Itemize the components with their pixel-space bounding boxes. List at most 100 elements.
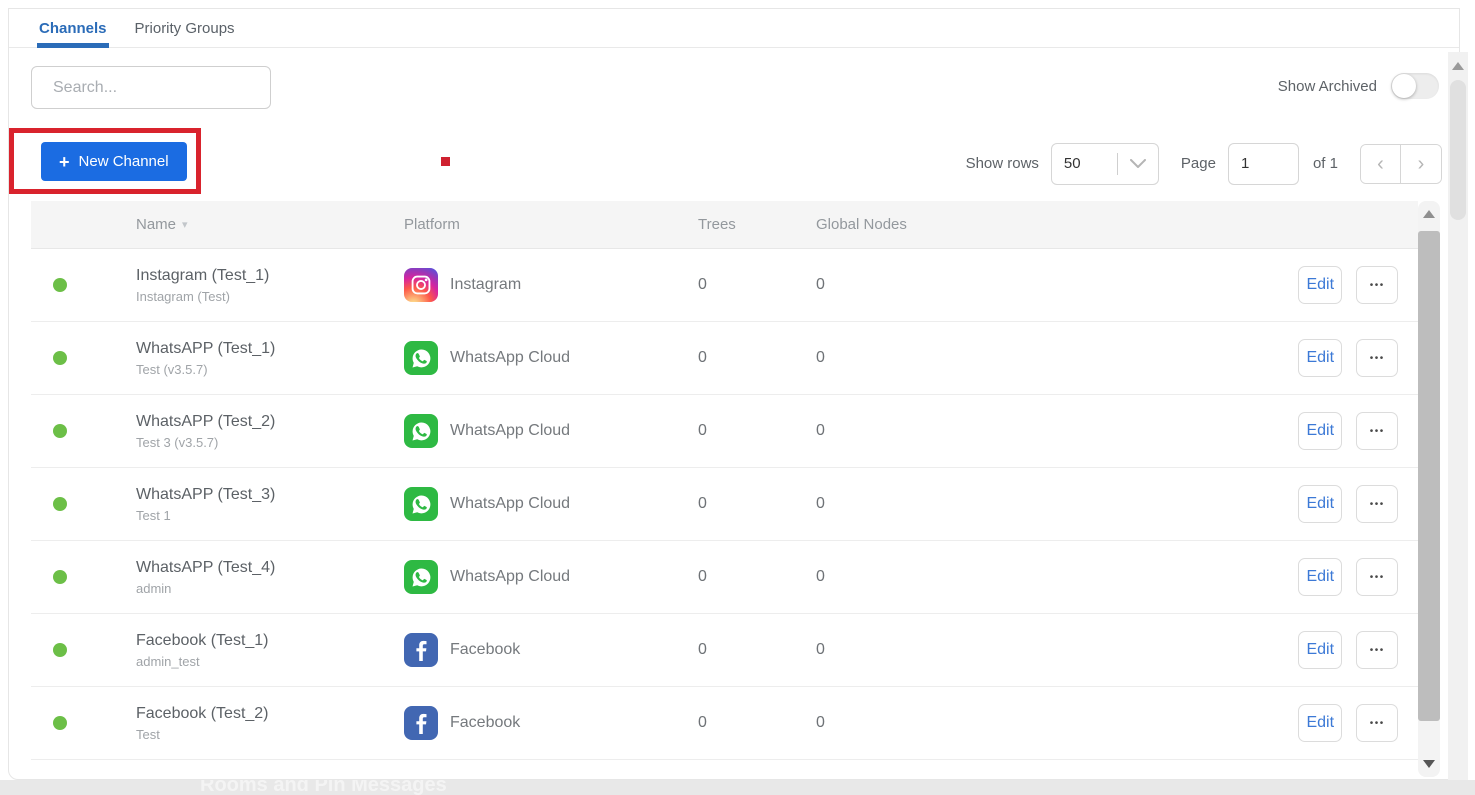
next-page-button[interactable]: › — [1401, 144, 1441, 183]
instagram-icon — [404, 268, 438, 302]
page-scroll-up-icon[interactable] — [1452, 62, 1464, 70]
pagination-bar: Show rows 50 Page of 1 ‹ › — [966, 142, 1442, 185]
show-archived-toggle[interactable] — [1391, 73, 1439, 99]
page: Channels Priority Groups Show Archived +… — [0, 0, 1475, 795]
page-of-label: of 1 — [1312, 155, 1338, 172]
table-row: WhatsAPP (Test_2) Test 3 (v3.5.7) WhatsApp… — [31, 395, 1418, 468]
plus-icon: + — [59, 151, 70, 172]
tab-priority-groups[interactable]: Priority Groups — [133, 9, 237, 47]
channel-subtitle: Test 1 — [136, 507, 171, 523]
trees-count: 0 — [698, 349, 707, 366]
channel-subtitle: Instagram (Test) — [136, 288, 230, 304]
more-actions-button[interactable]: ••• — [1356, 339, 1398, 377]
more-actions-button[interactable]: ••• — [1356, 558, 1398, 596]
new-channel-label: New Channel — [78, 153, 169, 170]
status-dot — [53, 497, 67, 511]
table-scrollbar[interactable] — [1418, 201, 1440, 777]
search-input[interactable] — [53, 78, 260, 97]
trees-count: 0 — [698, 495, 707, 512]
select-divider — [1116, 152, 1118, 175]
global-nodes-count: 0 — [816, 276, 825, 293]
sort-down-icon: ▾ — [182, 219, 188, 231]
facebook-icon — [404, 633, 438, 667]
table-row: Instagram (Test_2) — [31, 760, 1418, 779]
more-actions-button[interactable]: ••• — [1356, 704, 1398, 742]
table-header: Name ▾ Platform Trees Global Nodes — [31, 201, 1418, 249]
channel-subtitle: admin — [136, 580, 172, 596]
status-dot — [53, 716, 67, 730]
platform-label: WhatsApp Cloud — [450, 568, 571, 585]
page-scrollbar[interactable] — [1448, 52, 1468, 790]
channels-panel: Channels Priority Groups Show Archived +… — [8, 8, 1460, 780]
more-actions-button[interactable]: ••• — [1356, 412, 1398, 450]
status-dot — [53, 570, 67, 584]
platform-label: Facebook — [450, 714, 521, 731]
trees-count: 0 — [698, 641, 707, 658]
facebook-icon — [404, 706, 438, 740]
background-page-text: Rooms and Pin Messages — [200, 780, 447, 795]
platform-label: WhatsApp Cloud — [450, 422, 571, 439]
edit-button[interactable]: Edit — [1298, 339, 1343, 377]
global-nodes-count: 0 — [816, 568, 825, 585]
status-dot — [53, 424, 67, 438]
channel-name: WhatsAPP (Test_2) — [136, 412, 276, 430]
chevron-down-icon — [1129, 158, 1146, 168]
edit-button[interactable]: Edit — [1298, 631, 1343, 669]
search-box[interactable] — [31, 66, 271, 109]
table-row: WhatsAPP (Test_3) Test 1 WhatsApp Cloud 0 0 E… — [31, 468, 1418, 541]
show-archived-label: Show Archived — [1277, 77, 1377, 95]
page-scrollbar-thumb[interactable] — [1450, 80, 1466, 220]
table-scrollbar-thumb[interactable] — [1418, 231, 1440, 721]
global-nodes-count: 0 — [816, 641, 825, 658]
trees-count: 0 — [698, 568, 707, 585]
status-dot — [53, 351, 67, 365]
table-row: Facebook (Test_2) Test Facebook 0 0 Edit ••• — [31, 687, 1418, 760]
page-number-input[interactable] — [1227, 142, 1299, 185]
whatsapp-icon — [404, 487, 438, 521]
channel-subtitle: Test — [136, 726, 160, 742]
platform-label: WhatsApp Cloud — [450, 495, 571, 512]
more-actions-button[interactable]: ••• — [1356, 631, 1398, 669]
rows-per-page-value: 50 — [1063, 155, 1081, 172]
edit-button[interactable]: Edit — [1298, 704, 1343, 742]
table-row: WhatsAPP (Test_4)admin WhatsApp Cloud 0 0 Ed… — [31, 541, 1418, 614]
platform-label: Instagram — [450, 276, 522, 293]
status-dot — [53, 278, 67, 292]
header-trees: Trees — [698, 216, 736, 233]
more-actions-button[interactable]: ••• — [1356, 485, 1398, 523]
more-actions-button[interactable]: ••• — [1356, 266, 1398, 304]
show-archived-control: Show Archived — [1278, 73, 1439, 99]
channel-name: WhatsAPP (Test_3) — [136, 485, 276, 503]
scroll-up-icon[interactable] — [1423, 210, 1435, 218]
edit-button[interactable]: Edit — [1298, 558, 1343, 596]
whatsapp-icon — [404, 414, 438, 448]
edit-button[interactable]: Edit — [1298, 412, 1343, 450]
global-nodes-count: 0 — [816, 495, 825, 512]
whatsapp-icon — [404, 341, 438, 375]
show-rows-label: Show rows — [965, 155, 1039, 172]
global-nodes-count: 0 — [816, 349, 825, 366]
tab-priority-groups-label: Priority Groups — [134, 19, 235, 37]
prev-page-button[interactable]: ‹ — [1361, 144, 1401, 183]
table-row: Facebook (Test_1) admin_test Facebook 0 0 Edi… — [31, 614, 1418, 687]
channel-name: WhatsAPP (Test_4) — [136, 558, 276, 576]
edit-button[interactable]: Edit — [1298, 485, 1343, 523]
table-row: Instagram (Test_1) Instagram (Test) Instag… — [31, 249, 1418, 322]
scroll-down-icon[interactable] — [1423, 760, 1435, 768]
rows-per-page-select[interactable]: 50 — [1050, 142, 1159, 185]
channel-name: WhatsAPP (Test_1) — [136, 339, 276, 357]
whatsapp-icon — [404, 560, 438, 594]
table-body: Instagram (Test_1) Instagram (Test) Instag… — [31, 249, 1418, 779]
platform-label: WhatsApp Cloud — [450, 349, 571, 366]
global-nodes-count: 0 — [816, 714, 825, 731]
tab-channels[interactable]: Channels — [37, 9, 109, 48]
table-row: WhatsAPP (Test_1) Test (v3.5.7) WhatsApp C… — [31, 322, 1418, 395]
new-channel-button[interactable]: + New Channel — [41, 142, 187, 181]
status-dot — [53, 643, 67, 657]
trees-count: 0 — [698, 714, 707, 731]
edit-button[interactable]: Edit — [1298, 266, 1343, 304]
page-label: Page — [1180, 155, 1216, 172]
channel-subtitle: Test (v3.5.7) — [136, 361, 208, 377]
header-name[interactable]: Name ▾ — [136, 216, 404, 233]
channel-subtitle: Test 3 (v3.5.7) — [136, 434, 219, 450]
